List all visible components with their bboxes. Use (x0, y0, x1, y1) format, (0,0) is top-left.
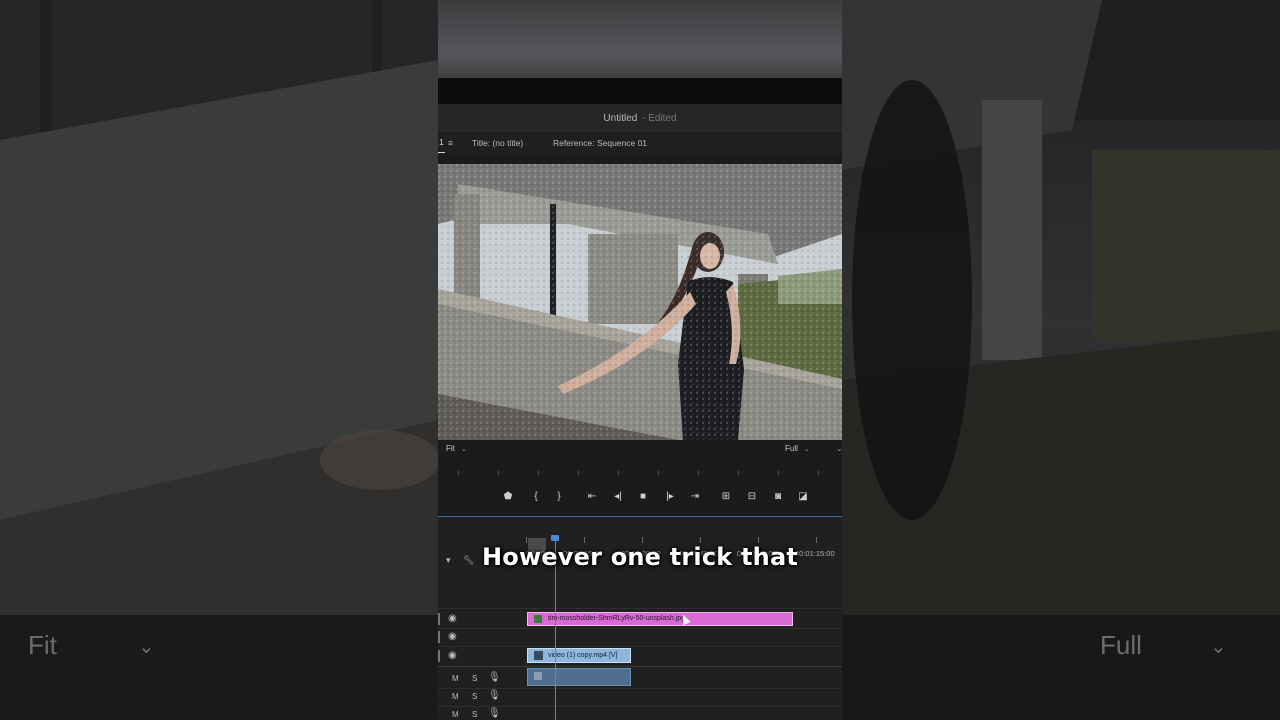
fx-badge-icon (534, 615, 542, 623)
zoom-level-select[interactable]: Fit ⌄ (446, 440, 467, 459)
go-to-out-icon[interactable]: ⇥ (687, 489, 703, 505)
audio-track-1: M S 🎙︎ (438, 670, 842, 688)
program-monitor-preview[interactable] (438, 164, 842, 440)
mute-button[interactable]: M (452, 692, 459, 701)
monitor-controls-bar: Fit ⌄ Full ⌄ ⌄ (438, 440, 842, 458)
program-panel-header: 1 ≡ Title: (no title) Reference: Sequenc… (438, 132, 842, 154)
transport-controls: ⬟ { } ⇤ ◂| ■ |▸ ⇥ ⊞ ⊟ ◙ ◪ (438, 478, 842, 516)
chevron-down-icon: ⌄ (460, 446, 467, 453)
comparison-view-icon[interactable]: ◪ (795, 489, 811, 505)
background-left-blur: Fit ⌄ (0, 0, 438, 720)
premiere-app-window: Untitled - Edited 1 ≡ Title: (no title) … (438, 0, 842, 720)
background-fit-label: Fit (28, 630, 57, 660)
step-forward-icon[interactable]: |▸ (662, 489, 678, 505)
background-chevron-icon: ⌄ (138, 636, 155, 658)
video-track-1: ◉ (438, 648, 842, 666)
mark-out-icon[interactable]: } (551, 489, 567, 505)
step-back-icon[interactable]: ◂| (610, 489, 626, 505)
reference-field: Reference: Sequence 01 (553, 138, 648, 148)
document-title: Untitled (603, 113, 638, 124)
zoom-level-value: Fit (446, 444, 455, 453)
microphone-icon[interactable]: 🎙︎ (488, 708, 501, 719)
video-caption: However one trick that (481, 543, 799, 571)
extract-icon[interactable]: ⊟ (744, 489, 760, 505)
solo-button[interactable]: S (472, 674, 477, 683)
playback-resolution-select[interactable]: Full ⌄ (785, 440, 810, 459)
chevron-down-icon: ⌄ (803, 446, 810, 453)
camera-icon[interactable]: ◙ (770, 489, 786, 505)
graphic-clip-name: tim-mossholder-ShmRLyRv-50-unsplash.jpg (548, 615, 686, 622)
add-marker-icon[interactable]: ⬟ (500, 489, 516, 505)
edited-status: - Edited (642, 113, 677, 124)
preview-image (438, 164, 842, 440)
graphic-clip[interactable]: tim-mossholder-ShmRLyRv-50-unsplash.jpg (527, 612, 793, 626)
source-viewer-area (438, 0, 842, 78)
video-clip-name: video (1) copy.mp4 [V] (548, 652, 618, 659)
go-to-in-icon[interactable]: ⇤ (584, 489, 600, 505)
mark-in-icon[interactable]: { (528, 489, 544, 505)
monitor-time-ruler[interactable] (438, 458, 842, 479)
title-field: Title: (no title) (472, 138, 524, 148)
mute-button[interactable]: M (452, 674, 459, 683)
panel-menu-icon[interactable]: ≡ (448, 132, 453, 154)
audio-track-2: M S 🎙︎ (438, 688, 842, 706)
background-control-bar (0, 615, 438, 720)
panel-tab[interactable]: 1 (438, 132, 445, 153)
microphone-icon[interactable]: 🎙︎ (488, 690, 501, 701)
lift-icon[interactable]: ⊞ (718, 489, 734, 505)
solo-button[interactable]: S (472, 692, 477, 701)
panel-divider (438, 78, 842, 104)
resolution-value: Full (785, 444, 798, 453)
microphone-icon[interactable]: 🎙︎ (488, 672, 501, 683)
eye-icon[interactable]: ◉ (448, 631, 457, 642)
wrench-icon[interactable]: ⌄ (836, 440, 842, 458)
window-title-bar: Untitled - Edited (438, 104, 842, 132)
background-full-label: Full (1100, 630, 1142, 660)
eye-icon[interactable]: ◉ (448, 613, 457, 624)
stop-icon[interactable]: ■ (635, 489, 651, 505)
audio-track-3: M S 🎙︎ (438, 706, 842, 720)
video-track-2: ◉ (438, 629, 842, 647)
background-control-bar-right (842, 615, 1280, 720)
background-chevron-icon-right: ⌄ (1210, 636, 1227, 658)
solo-button[interactable]: S (472, 710, 477, 719)
mute-button[interactable]: M (452, 710, 459, 719)
background-right-blur: Full ⌄ (842, 0, 1280, 720)
fx-badge-icon (534, 651, 543, 660)
eye-icon[interactable]: ◉ (448, 650, 457, 661)
panel-gap (438, 154, 842, 164)
video-clip[interactable]: video (1) copy.mp4 [V] (527, 648, 631, 663)
